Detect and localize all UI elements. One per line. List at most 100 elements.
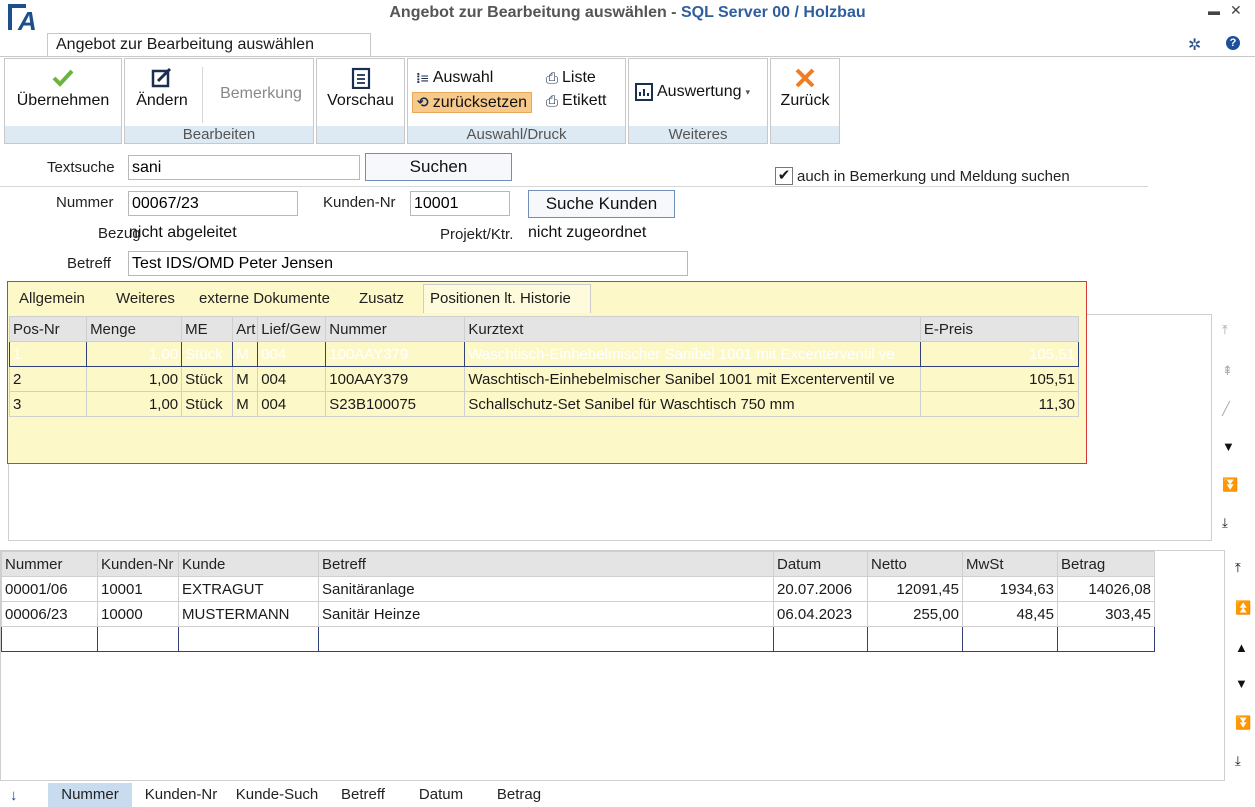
- column-header[interactable]: ME: [181, 316, 234, 342]
- uebernehmen-button[interactable]: Übernehmen: [5, 67, 121, 110]
- betreff-field[interactable]: Test IDS/OMD Peter Jensen: [128, 251, 688, 276]
- also-remarks-checkbox[interactable]: ✔: [775, 167, 793, 185]
- column-header[interactable]: Datum: [773, 551, 868, 577]
- document-preview-icon: [351, 67, 370, 89]
- textsuche-input[interactable]: sani: [128, 155, 360, 180]
- scroll-page-up-icon[interactable]: ⏫: [1235, 600, 1251, 616]
- suche-kunden-button[interactable]: Suche Kunden: [528, 190, 675, 218]
- ribbon-group-bearbeiten: Ändern Bemerkung Bearbeiten: [124, 58, 314, 144]
- cell: 14026,08: [1057, 576, 1155, 602]
- zurueck-button[interactable]: Zurück: [771, 67, 839, 110]
- column-header[interactable]: Betreff: [318, 551, 774, 577]
- chevron-down-icon: ▾: [745, 86, 751, 97]
- scroll-page-down-icon[interactable]: ⏬: [1222, 477, 1238, 493]
- offers-header-row: Nummer Kunden-Nr Kunde Betreff Datum Net…: [1, 551, 1155, 577]
- projekt-label: Projekt/Ktr.: [440, 226, 514, 243]
- auswahl-button[interactable]: ⁞≡ Auswahl: [416, 69, 493, 87]
- sort-tab-betrag[interactable]: Betrag: [482, 783, 556, 807]
- group-label-empty: [5, 126, 121, 143]
- nummer-field[interactable]: 00067/23: [128, 191, 298, 216]
- tab-allgemein[interactable]: Allgemein: [19, 290, 85, 307]
- vorschau-button[interactable]: Vorschau: [317, 67, 404, 110]
- tab-positionen[interactable]: Positionen lt. Historie: [423, 284, 591, 313]
- sort-tab-kunden-nr[interactable]: Kunden-Nr: [134, 783, 228, 807]
- cell: 3: [8, 391, 88, 417]
- sort-tab-datum[interactable]: Datum: [404, 783, 478, 807]
- zuruecksetzen-button[interactable]: ⟲ zurücksetzen: [412, 92, 532, 113]
- table-row[interactable]: 00001/06 10001 EXTRAGUT Sanitäranlage 20…: [1, 576, 1155, 602]
- liste-button[interactable]: ⎙ Liste: [546, 69, 596, 87]
- ribbon-group-auswahl-druck: ⁞≡ Auswahl ⟲ zurücksetzen ⎙ Liste ⎙ Etik…: [407, 58, 626, 144]
- table-row[interactable]: 00006/23 10000 MUSTERMANN Sanitär Heinze…: [1, 601, 1155, 627]
- scroll-down-icon[interactable]: ▼: [1222, 439, 1235, 454]
- cell: 1,00: [86, 366, 183, 392]
- scroll-up-icon[interactable]: ▲: [1235, 640, 1248, 655]
- nummer-label: Nummer: [56, 194, 114, 211]
- settings-icon[interactable]: ✲: [1188, 35, 1201, 55]
- sort-tab-kunde-such[interactable]: Kunde-Such: [230, 783, 324, 807]
- cell: 10001: [97, 626, 179, 652]
- cell: 10001: [97, 576, 179, 602]
- table-row[interactable]: 1 1,00 Stück M 004 100AAY379 Waschtisch-…: [8, 341, 1080, 367]
- sort-tab-betreff[interactable]: Betreff: [326, 783, 400, 807]
- column-header[interactable]: Kurztext: [464, 316, 921, 342]
- etikett-button[interactable]: ⎙ Etikett: [546, 92, 606, 110]
- scroll-down-icon[interactable]: ▼: [1235, 676, 1248, 691]
- column-header[interactable]: Menge: [86, 316, 183, 342]
- cell: Stück: [181, 391, 234, 417]
- kunden-nr-label: Kunden-Nr: [323, 194, 396, 211]
- cell: M: [232, 366, 259, 392]
- scroll-page-down-icon[interactable]: ⏬: [1235, 715, 1251, 731]
- column-header[interactable]: Pos-Nr: [8, 316, 88, 342]
- chart-icon: [635, 83, 653, 101]
- cell: 105,51: [919, 341, 1080, 367]
- column-header[interactable]: Art: [232, 316, 259, 342]
- sort-tab-nummer[interactable]: Nummer: [48, 783, 132, 807]
- minimize-button[interactable]: ▬: [1208, 4, 1220, 18]
- ribbon-group-uebernehmen: Übernehmen: [4, 58, 122, 144]
- ribbon-tab-main[interactable]: Angebot zur Bearbeitung auswählen: [47, 33, 371, 57]
- column-header[interactable]: Lief/Gew: [257, 316, 327, 342]
- column-header[interactable]: Kunden-Nr: [97, 551, 179, 577]
- detail-tab-panel: Allgemein Weiteres externe Dokumente Zus…: [7, 281, 1087, 464]
- scroll-page-up-icon[interactable]: ⇞: [1222, 363, 1233, 379]
- checkmark-icon: [52, 69, 74, 87]
- textsuche-label: Textsuche: [47, 159, 115, 176]
- column-header[interactable]: Nummer: [1, 551, 98, 577]
- cell: MUSTERMANN: [178, 601, 319, 627]
- scroll-top-icon[interactable]: ⤒: [1235, 560, 1241, 576]
- sort-direction-icon[interactable]: ↓: [10, 787, 18, 804]
- suchen-button[interactable]: Suchen: [365, 153, 512, 181]
- table-row[interactable]: 3 1,00 Stück M 004 S23B100075 Schallschu…: [8, 391, 1080, 417]
- column-header[interactable]: Betrag: [1057, 551, 1155, 577]
- aendern-button[interactable]: Ändern: [129, 67, 195, 110]
- bemerkung-button[interactable]: Bemerkung: [211, 85, 311, 103]
- column-header[interactable]: MwSt: [962, 551, 1058, 577]
- scroll-bottom-icon[interactable]: ⤓: [1235, 753, 1241, 769]
- cell: 222,32: [867, 626, 963, 652]
- cell: EXTRAGUT: [178, 626, 319, 652]
- column-header[interactable]: Kunde: [178, 551, 319, 577]
- tab-externe-dokumente[interactable]: externe Dokumente: [199, 290, 330, 307]
- cell: 00001/06: [1, 576, 98, 602]
- etikett-label: Etikett: [562, 92, 607, 109]
- cell: 004: [257, 341, 327, 367]
- table-row[interactable]: 00067/23 10001 EXTRAGUT Test IDS/OMD Pet…: [1, 626, 1155, 652]
- tab-zusatz[interactable]: Zusatz: [359, 290, 404, 307]
- table-row[interactable]: 2 1,00 Stück M 004 100AAY379 Waschtisch-…: [8, 366, 1080, 392]
- cell: Waschtisch-Einhebelmischer Sanibel 1001 …: [464, 341, 921, 367]
- auswertung-dropdown[interactable]: Auswertung ▾: [635, 83, 750, 101]
- kunden-nr-field[interactable]: 10001: [410, 191, 510, 216]
- scroll-top-icon[interactable]: ⤒: [1222, 322, 1228, 338]
- tab-weiteres[interactable]: Weiteres: [116, 290, 175, 307]
- cell: Sanitäranlage: [318, 576, 774, 602]
- column-header[interactable]: Netto: [867, 551, 963, 577]
- close-icon[interactable]: ✕: [1230, 2, 1242, 19]
- cell: 2: [8, 366, 88, 392]
- scroll-up-icon[interactable]: ╱: [1222, 401, 1230, 417]
- column-header[interactable]: Nummer: [325, 316, 466, 342]
- help-icon[interactable]: ?: [1226, 36, 1240, 50]
- column-header[interactable]: E-Preis: [919, 316, 1080, 342]
- scroll-bottom-icon[interactable]: ⤓: [1222, 515, 1228, 531]
- positions-header-row: Pos-Nr Menge ME Art Lief/Gew Nummer Kurz…: [8, 316, 1080, 342]
